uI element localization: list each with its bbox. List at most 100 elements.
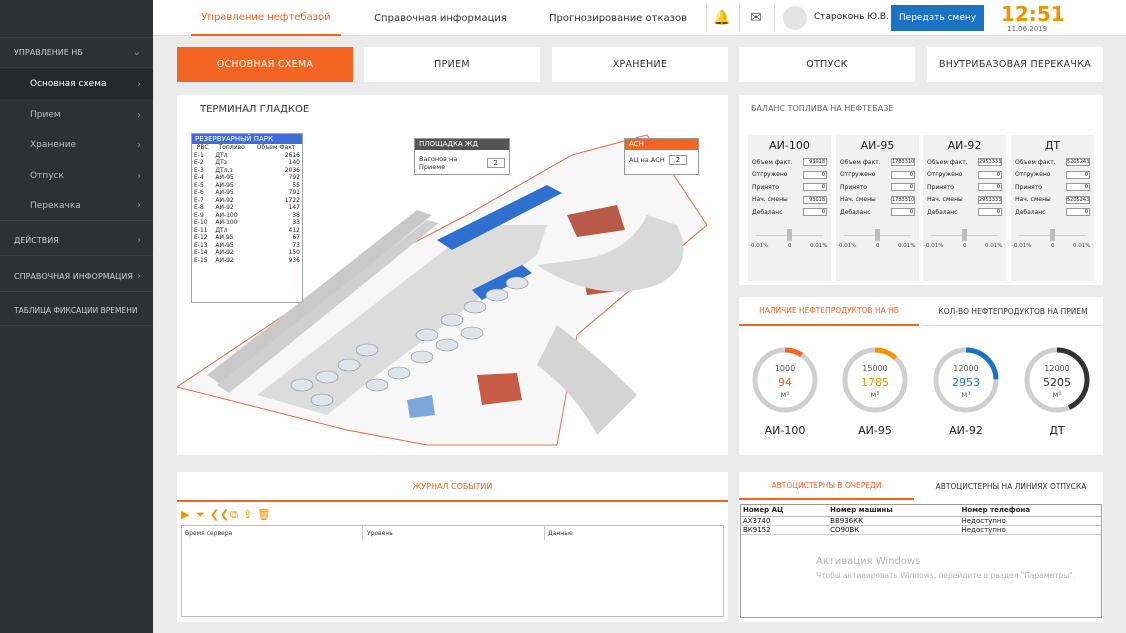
gauge-unit: м³ <box>961 390 971 399</box>
reservoir-id: Е-2 <box>194 159 204 166</box>
sidebar-item-storage[interactable]: Хранение › <box>0 130 153 160</box>
tab-reference[interactable]: Справочная информация <box>363 0 518 36</box>
fuel-gauge: 12000 2953 м³ <box>932 346 1000 414</box>
reservoir-row: Е-4 АИ-95 792 <box>192 174 302 182</box>
scale-max: 0.01% <box>985 242 1003 249</box>
reservoir-volume: 67 <box>292 234 300 241</box>
debalance-slider[interactable]: -0.01% 0 0.01% <box>748 225 831 253</box>
subtab-storage[interactable]: ХРАНЕНИЕ <box>552 47 728 82</box>
subtab-receive[interactable]: ПРИЕМ <box>364 47 540 82</box>
sidebar-item-management[interactable]: УПРАВЛЕНИЕ НБ ⌄ <box>0 38 153 68</box>
slider-knob[interactable] <box>1050 228 1055 241</box>
fuel-name: АИ-95 <box>860 139 895 152</box>
balance-label: Дебаланс <box>840 208 871 216</box>
reservoir-row: Е-14 АИ-92 150 <box>192 249 302 257</box>
balance-label: Дебаланс <box>927 208 958 216</box>
balance-column: ДТ Объем факт. 5205243 Отгружено 0 Принято 0 На… <box>1011 135 1094 281</box>
balance-label: Отгружено <box>1015 171 1051 179</box>
debalance-slider[interactable]: -0.01% 0 0.01% <box>1011 225 1094 253</box>
subtab-dispatch[interactable]: ОТПУСК <box>739 47 915 82</box>
reservoir-id: Е-15 <box>194 256 208 264</box>
asn-box: АСН АЦ на АСН 2 <box>624 138 699 175</box>
tab-trucks-in-queue[interactable]: АВТОЦИСТЕРНЫ В ОЧЕРЕДИ <box>739 472 914 500</box>
balance-row: Нач. смены 93018 <box>748 194 831 207</box>
upload-icon[interactable]: ⇪ <box>243 508 252 521</box>
tab-forecast[interactable]: Прогнозирование отказов <box>538 0 698 36</box>
gauge-unit: м³ <box>1052 390 1062 399</box>
balance-value: 0 <box>891 170 915 179</box>
chevron-right-icon: › <box>137 170 141 182</box>
balance-value: 5205243 <box>1066 195 1090 204</box>
reservoir-volume: 147 <box>288 204 300 211</box>
gauge-value: 1785 <box>861 376 889 389</box>
sidebar-item-receive[interactable]: Прием › <box>0 100 153 130</box>
truck-number: ВК9152 <box>740 525 828 535</box>
clock-date: 11.06.2019 <box>1007 25 1048 33</box>
reservoir-row: Е-5 АИ-95 55 <box>192 182 302 190</box>
balance-row: Принято 0 <box>836 181 919 194</box>
balance-label: Нач. смены <box>840 196 876 204</box>
scale-zero: 0 <box>963 242 967 249</box>
railway-value: 2 <box>486 158 505 168</box>
play-icon[interactable]: ▶ <box>181 508 189 521</box>
sidebar-item-label: Перекачка <box>30 200 81 211</box>
tab-receive-quantity[interactable]: КОЛ-ВО НЕФТЕПРОДУКТОВ НА ПРИЕМ <box>923 297 1103 326</box>
mail-icon[interactable]: ✉ <box>746 8 766 28</box>
clock-time: 12:51 <box>1001 2 1065 26</box>
reservoir-row: Е-15 АИ-92 936 <box>192 257 302 265</box>
subtab-main-scheme[interactable]: ОСНОВНАЯ СХЕМА <box>177 47 353 82</box>
fuel-gauge: 1000 94 м³ <box>751 346 819 414</box>
username[interactable]: Староконь Ю.В. <box>814 12 889 22</box>
bell-icon[interactable]: 🔔 <box>712 8 732 28</box>
balance-value: 93018 <box>803 195 827 204</box>
reservoir-volume: 55 <box>292 181 300 189</box>
sidebar-item-dispatch[interactable]: Отпуск › <box>0 161 153 191</box>
reservoir-fuel: ДТл <box>215 226 228 234</box>
tank-trucks-panel: АВТОЦИСТЕРНЫ В ОЧЕРЕДИ АВТОЦИСТЕРНЫ НА Л… <box>739 472 1103 622</box>
table-row[interactable]: ВК9152 СО90ВК Недоступно <box>740 525 1102 535</box>
sidebar-item-label: Отпуск <box>30 171 64 181</box>
reservoir-fuel: АИ-95 <box>215 241 234 249</box>
debalance-slider[interactable]: -0.01% 0 0.01% <box>836 225 919 253</box>
asn-value: 2 <box>668 155 688 165</box>
balance-row: Нач. смены 1783310 <box>836 194 919 207</box>
balance-label: Принято <box>840 183 867 191</box>
debalance-slider[interactable]: -0.01% 0 0.01% <box>923 225 1006 253</box>
chevron-left-icon[interactable]: ❮ <box>220 508 229 521</box>
reservoir-fuel: ДТз <box>215 159 227 166</box>
balance-row: Объем факт. 93018 <box>748 156 831 169</box>
sidebar-item-time-table[interactable]: ТАБЛИЦА ФИКСАЦИИ ВРЕМЕНИ <box>0 296 153 326</box>
terminal-map-panel: ТЕРМИНАЛ ГЛАДКОЕ РЕЗЕРВУАРНЫЙ ПАРК РВС Т… <box>177 95 728 455</box>
sidebar-item-reference[interactable]: СПРАВОЧНАЯ ИНФОРМАЦИЯ › <box>0 262 153 292</box>
slider-knob[interactable] <box>875 228 880 241</box>
col-server-time: Время сервера <box>185 530 233 537</box>
balance-value: 2953333 <box>978 195 1002 204</box>
sidebar-item-main-scheme[interactable]: Основная схема › <box>0 69 153 99</box>
copy-icon[interactable]: ⧉ <box>230 508 238 522</box>
trash-icon[interactable]: 🗑 <box>257 508 271 521</box>
gauge-capacity: 12000 <box>1044 364 1070 373</box>
col-volume: Объем Факт <box>256 144 296 151</box>
chevron-right-icon: › <box>137 109 141 121</box>
slider-knob[interactable] <box>962 228 967 241</box>
table-row[interactable]: АХ3740 ВВ936КК Недоступно <box>740 516 1102 526</box>
sidebar-item-label: ДЕЙСТВИЯ <box>14 236 59 245</box>
reservoir-volume: 2036 <box>284 166 300 174</box>
reservoir-id: Е-7 <box>194 196 204 204</box>
reservoir-park-title: РЕЗЕРВУАРНЫЙ ПАРК <box>192 134 302 144</box>
hand-over-shift-button[interactable]: Передать смену <box>891 5 984 31</box>
tab-trucks-on-lines[interactable]: АВТОЦИСТЕРНЫ НА ЛИНИЯХ ОТПУСКА <box>919 472 1103 500</box>
chevron-left-icon[interactable]: ❮ <box>210 508 219 521</box>
slider-knob[interactable] <box>787 228 792 241</box>
avatar[interactable] <box>783 6 807 30</box>
balance-value: 5205243 <box>1066 158 1090 167</box>
sidebar-item-actions[interactable]: ДЕЙСТВИЯ › <box>0 226 153 256</box>
reservoir-table: РВС Топливо Объем Факт Е-1 ДТл 2616 Е-2 ДТз 1… <box>192 144 302 264</box>
reservoir-id: Е-1 <box>194 151 204 159</box>
subtab-internal-transfer[interactable]: ВНУТРИБАЗОВАЯ ПЕРЕКАЧКА <box>927 47 1103 82</box>
tab-management[interactable]: Управление нефтебазой <box>191 0 341 36</box>
balance-value: 0 <box>1066 183 1090 192</box>
filter-icon[interactable]: ⏷ <box>196 508 205 522</box>
tab-availability[interactable]: НАЛИЧИЕ НЕФТЕПРОДУКТОВ НА НБ <box>739 297 919 326</box>
sidebar-item-transfer[interactable]: Перекачка › <box>0 191 153 221</box>
